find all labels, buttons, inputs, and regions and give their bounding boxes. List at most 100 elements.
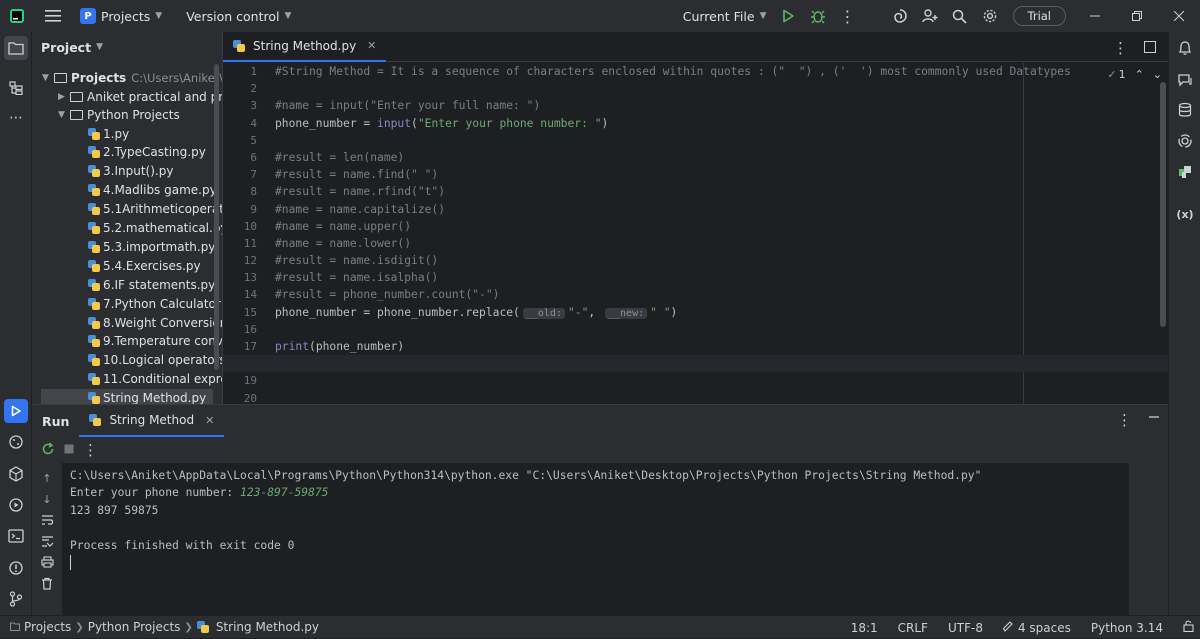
editor-tab-string-method[interactable]: String Method.py ✕	[223, 32, 387, 62]
database-icon[interactable]	[1173, 98, 1197, 122]
line-number[interactable]: 17	[223, 338, 261, 355]
tabs-more-icon[interactable]: ⋮	[1113, 39, 1128, 57]
line-number[interactable]: 4	[223, 115, 261, 132]
run-config-selector[interactable]: Current File ▼	[677, 4, 773, 28]
split-editor-icon[interactable]	[1144, 41, 1156, 56]
more-tools-icon[interactable]: ⋯	[4, 106, 28, 130]
expand-arrow-icon[interactable]: ▼	[42, 73, 54, 83]
indent-setting[interactable]: 4 spaces	[1002, 620, 1071, 635]
python-packages-icon[interactable]	[4, 430, 28, 454]
add-user-icon[interactable]	[915, 1, 945, 31]
tree-file-item[interactable]: 6.IF statements.py	[88, 275, 215, 294]
ai-chat-icon[interactable]	[1173, 68, 1197, 92]
terminal-icon[interactable]	[4, 524, 28, 548]
breadcrumb-python-projects[interactable]: Python Projects	[84, 620, 185, 634]
line-number[interactable]: 10	[223, 218, 261, 235]
tree-file-item[interactable]: 8.Weight Conversion pro	[88, 313, 222, 332]
line-number[interactable]: 6	[223, 149, 261, 166]
project-scrollbar[interactable]	[214, 64, 219, 370]
breadcrumb-string-method[interactable]: String Method.py	[193, 620, 323, 634]
tree-file-item[interactable]: 11.Conditional expressio	[88, 370, 222, 389]
tree-file-item[interactable]: 10.Logical operators.py	[88, 351, 222, 370]
run-icon[interactable]	[773, 1, 803, 31]
tree-file-item[interactable]: 2.TypeCasting.py	[88, 143, 206, 162]
code-area[interactable]: #String Method = It is a sequence of cha…	[223, 63, 1169, 407]
variables-icon[interactable]: (x)	[1173, 202, 1197, 226]
line-number[interactable]: 12	[223, 252, 261, 269]
ai-assistant-icon[interactable]	[885, 1, 915, 31]
tree-file-item[interactable]: 3.Input().py	[88, 162, 173, 181]
python-console-icon[interactable]	[4, 462, 28, 486]
restore-icon[interactable]	[1116, 1, 1158, 31]
run-tab-string-method[interactable]: String Method ✕	[79, 405, 225, 437]
tree-root-projects[interactable]: ▼ Projects C:\Users\Aniket\Desk	[42, 68, 222, 87]
version-control-menu[interactable]: Version control ▼	[180, 4, 297, 28]
line-number[interactable]: 9	[223, 201, 261, 218]
app-logo-icon[interactable]	[2, 1, 32, 31]
lock-icon[interactable]	[1183, 620, 1194, 635]
run-more-icon[interactable]: ⋮	[83, 441, 98, 459]
project-panel-header[interactable]: Project ▼	[32, 32, 222, 62]
main-menu-icon[interactable]	[38, 1, 68, 31]
tree-file-item[interactable]: 5.2.mathematical.py	[88, 219, 222, 238]
services-icon[interactable]	[4, 493, 28, 517]
git-icon[interactable]	[4, 587, 28, 611]
tree-file-item[interactable]: String Method.py	[41, 388, 213, 404]
line-number[interactable]: 1	[223, 63, 261, 80]
settings-gear-icon[interactable]	[975, 1, 1005, 31]
caret-position[interactable]: 18:1	[851, 621, 878, 635]
print-icon[interactable]	[40, 555, 54, 569]
breadcrumb-projects[interactable]: Projects	[6, 620, 75, 634]
endpoints-icon[interactable]	[1173, 129, 1197, 153]
tree-file-item[interactable]: 4.Madlibs game.py	[88, 181, 217, 200]
line-number[interactable]: 16	[223, 321, 261, 338]
line-number[interactable]: 14	[223, 286, 261, 303]
stop-icon[interactable]	[63, 443, 75, 458]
file-encoding[interactable]: UTF-8	[948, 621, 983, 635]
line-number[interactable]: 8	[223, 183, 261, 200]
project-switcher[interactable]: P Projects ▼	[74, 4, 168, 28]
line-number[interactable]: 7	[223, 166, 261, 183]
minimize-icon[interactable]	[1074, 1, 1116, 31]
line-number[interactable]: 3	[223, 97, 261, 114]
debug-icon[interactable]	[803, 1, 833, 31]
close-tab-icon[interactable]: ✕	[367, 39, 376, 52]
run-tool-icon[interactable]	[4, 399, 28, 423]
tree-file-item[interactable]: 5.1Arithmeticoperators.py	[88, 200, 222, 219]
line-number[interactable]: 11	[223, 235, 261, 252]
scroll-up-icon[interactable]: ↑	[40, 471, 54, 485]
expand-arrow-icon[interactable]: ▼	[58, 110, 70, 120]
scroll-down-icon[interactable]: ↓	[40, 492, 54, 506]
tree-file-item[interactable]: 5.4.Exercises.py	[88, 256, 201, 275]
line-number[interactable]: 15	[223, 304, 261, 321]
hide-panel-icon[interactable]	[1148, 411, 1160, 429]
run-panel-options-icon[interactable]: ⋮	[1117, 411, 1132, 429]
line-number[interactable]: 19	[223, 372, 261, 389]
python-plugin-icon[interactable]	[1173, 160, 1197, 184]
rerun-icon[interactable]	[41, 441, 55, 459]
more-vertical-icon[interactable]: ⋮	[833, 1, 863, 31]
console-output[interactable]: C:\Users\Aniket\AppData\Local\Programs\P…	[70, 467, 1160, 571]
tree-folder-python-projects[interactable]: ▼ Python Projects	[58, 105, 180, 124]
line-number[interactable]: 13	[223, 269, 261, 286]
line-ending[interactable]: CRLF	[898, 621, 928, 635]
python-interpreter[interactable]: Python 3.14	[1091, 621, 1163, 635]
notifications-bell-icon[interactable]	[1173, 36, 1197, 60]
tree-file-item[interactable]: 1.py	[88, 124, 129, 143]
trial-button[interactable]: Trial	[1012, 6, 1066, 26]
tree-file-item[interactable]: 5.3.importmath.py	[88, 237, 215, 256]
structure-icon[interactable]	[4, 76, 28, 100]
expand-arrow-icon[interactable]: ▶	[58, 92, 70, 102]
tree-folder-aniket[interactable]: ▶ Aniket practical and project	[58, 87, 222, 106]
editor-scrollbar[interactable]	[1160, 82, 1166, 327]
close-window-icon[interactable]	[1158, 1, 1200, 31]
problems-icon[interactable]	[4, 556, 28, 580]
tree-file-item[interactable]: 9.Temperature conversio	[88, 332, 222, 351]
tree-file-item[interactable]: 7.Python Calculator Prog	[88, 294, 222, 313]
line-number[interactable]: 2	[223, 80, 261, 97]
line-number[interactable]: 5	[223, 132, 261, 149]
close-run-tab-icon[interactable]: ✕	[205, 414, 214, 427]
project-tool-folder-icon[interactable]	[4, 36, 28, 60]
soft-wrap-icon[interactable]	[40, 513, 54, 527]
clear-trash-icon[interactable]	[40, 576, 54, 590]
